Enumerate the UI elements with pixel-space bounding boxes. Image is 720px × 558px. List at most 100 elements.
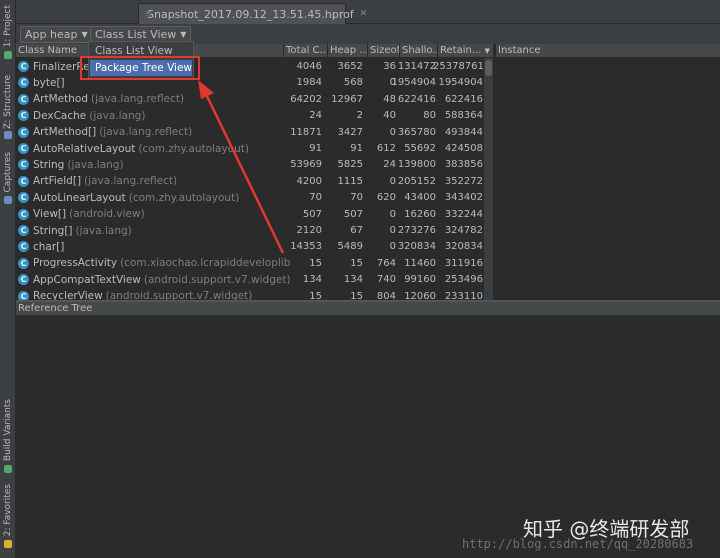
shallow-cell: 11460	[404, 257, 436, 269]
shallow-cell: 320834	[397, 241, 436, 253]
tool-tab-project[interactable]: 1: Project	[0, 2, 16, 62]
class-name: ProgressActivity	[33, 257, 118, 270]
class-name-cell: C AutoLinearLayout (com.zhy.autolayout)	[18, 190, 290, 205]
class-icon: C	[18, 208, 29, 220]
table-row[interactable]: C ArtField[] (java.lang.reflect) 4200 1115 0 2…	[16, 173, 494, 189]
class-package: (com.xiaochao.lcrapiddeveloplibrary.vie	[120, 257, 290, 270]
class-package: (com.zhy.autolayout)	[128, 191, 240, 204]
class-list-table: C FinalizerRef 4046 3652 36 131472 25378761 Cby…	[16, 58, 494, 300]
tool-tab-favorites[interactable]: 2: Favorites	[0, 484, 16, 548]
class-name: AutoLinearLayout	[33, 191, 126, 204]
retained-cell: 352272	[444, 175, 483, 187]
class-name-cell: C ArtMethod[] (java.lang.reflect)	[18, 125, 290, 140]
class-name: FinalizerRef	[33, 60, 94, 73]
shallow-cell: 365780	[397, 126, 436, 138]
view-select-dropdown: Class List View Package Tree View	[88, 41, 194, 79]
class-icon: C	[18, 274, 29, 286]
shallow-cell: 205152	[397, 175, 436, 187]
class-name-cell: C DexCache (java.lang)	[18, 108, 290, 123]
favorites-icon	[4, 539, 12, 548]
tool-tab-structure[interactable]: Z: Structure	[0, 72, 16, 142]
table-row[interactable]: C RecyclerView (android.support.v7.widget)…	[16, 288, 494, 300]
scrollbar-thumb[interactable]	[485, 60, 492, 76]
reference-tree-title: Reference Tree	[18, 303, 93, 314]
tool-tab-label: 1: Project	[3, 5, 13, 48]
class-package: (java.lang.reflect)	[99, 126, 193, 139]
shallow-cell: 99160	[404, 274, 436, 286]
instance-panel	[496, 58, 720, 302]
close-icon[interactable]: ✕	[360, 9, 368, 19]
column-header-shallow-size[interactable]: Shallo...	[400, 44, 438, 58]
class-icon: C	[18, 77, 29, 89]
shallow-cell: 273276	[397, 225, 436, 236]
csdn-url-watermark: http://blog.csdn.net/qq_20280683	[462, 537, 694, 551]
retained-cell: 493844	[444, 126, 483, 138]
table-row[interactable]: C DexCache (java.lang) 24 2 40 80 588364	[16, 107, 494, 123]
class-icon: C	[18, 225, 29, 236]
class-package: (android.view)	[69, 208, 145, 221]
class-name-cell: C String (java.lang)	[18, 157, 290, 172]
class-name-cell: C ArtMethod (java.lang.reflect)	[18, 92, 290, 107]
reference-tree-header: Reference Tree	[16, 302, 720, 316]
column-header-total-count[interactable]: Total C...	[284, 44, 328, 58]
column-header-retained-size[interactable]: Retain... ▼	[438, 44, 494, 58]
table-row[interactable]: C ArtMethod (java.lang.reflect) 64202 12967 4…	[16, 91, 494, 107]
class-icon: C	[18, 143, 29, 154]
retained-cell: 424508	[444, 143, 483, 154]
retained-cell: 233110	[444, 290, 483, 300]
class-name-cell: C AutoRelativeLayout (com.zhy.autolayout)	[18, 141, 290, 156]
tool-tab-label: 2: Favorites	[3, 484, 13, 537]
shallow-cell: 131472	[397, 61, 436, 72]
class-name-cell: C ProgressActivity (com.xiaochao.lcrapidde…	[18, 256, 290, 271]
project-icon	[4, 50, 12, 59]
table-row[interactable]: C String (java.lang) 53969 5825 24 139800 38385…	[16, 156, 494, 172]
class-name: View[]	[33, 208, 67, 221]
dropdown-option-package-tree-view[interactable]: Package Tree View	[90, 60, 192, 76]
table-row[interactable]: C AutoRelativeLayout (com.zhy.autolayout) 9…	[16, 140, 494, 156]
retained-cell: 383856	[444, 159, 483, 171]
table-row[interactable]: C String[] (java.lang) 2120 67 0 273276 324782	[16, 222, 494, 238]
class-name: char[]	[33, 240, 65, 253]
editor-tab-label: Snapshot_2017.09.12_13.51.45.hprof	[147, 7, 354, 21]
class-name: RecyclerView	[33, 290, 103, 300]
table-row[interactable]: C AppCompatTextView (android.support.v7.wi…	[16, 271, 494, 287]
sort-descending-icon: ▼	[484, 47, 490, 55]
table-row[interactable]: C ArtMethod[] (java.lang.reflect) 11871 3427…	[16, 124, 494, 140]
column-header-heap-count[interactable]: Heap ...	[328, 44, 368, 58]
dropdown-option-class-list-view[interactable]: Class List View	[90, 43, 192, 59]
class-name: DexCache	[33, 109, 87, 122]
table-row[interactable]: C View[] (android.view) 507 507 0 16260 332244	[16, 206, 494, 222]
retained-cell: 311916	[444, 257, 483, 269]
class-package: (com.zhy.autolayout)	[138, 142, 249, 155]
column-header-sizeof[interactable]: Sizeof	[368, 44, 400, 58]
shallow-cell: 622416	[397, 93, 436, 105]
retained-cell: 1954904	[438, 77, 483, 89]
tool-tab-build-variants[interactable]: Build Variants	[0, 398, 16, 474]
retained-cell: 332244	[444, 208, 483, 220]
chevron-down-icon: ▼	[180, 30, 187, 39]
class-package: (android.support.v7.widget)	[105, 290, 253, 300]
table-row[interactable]: C ProgressActivity (com.xiaochao.lcrapidde…	[16, 255, 494, 271]
class-name: String	[33, 158, 65, 171]
captures-icon	[4, 195, 12, 204]
class-icon: C	[18, 110, 29, 122]
tool-tab-label: Build Variants	[3, 399, 13, 462]
class-package: (android.support.v7.widget)	[143, 273, 290, 286]
shallow-cell: 43400	[404, 192, 436, 204]
class-name-cell: C RecyclerView (android.support.v7.widget)	[18, 289, 290, 300]
class-icon: C	[18, 175, 29, 187]
table-row[interactable]: Cchar[] 14353 5489 0 320834 320834	[16, 238, 494, 254]
retained-cell: 324782	[444, 225, 483, 236]
editor-tab-bar: Snapshot_2017.09.12_13.51.45.hprof ✕	[16, 0, 720, 24]
heap-select-value: App heap	[25, 28, 78, 41]
class-name: String[]	[33, 224, 73, 237]
table-row[interactable]: C AutoLinearLayout (com.zhy.autolayout) 70 7…	[16, 189, 494, 205]
class-name-cell: Cchar[]	[18, 239, 290, 254]
heap-select[interactable]: App heap ▼	[20, 26, 93, 43]
editor-tab-hprof[interactable]: Snapshot_2017.09.12_13.51.45.hprof ✕	[138, 3, 367, 24]
tool-tab-captures[interactable]: Captures	[0, 150, 16, 206]
class-icon: C	[18, 192, 29, 204]
class-package: (java.lang)	[89, 109, 146, 122]
class-table-scrollbar[interactable]	[484, 58, 493, 300]
class-name: ArtMethod[]	[33, 126, 97, 139]
